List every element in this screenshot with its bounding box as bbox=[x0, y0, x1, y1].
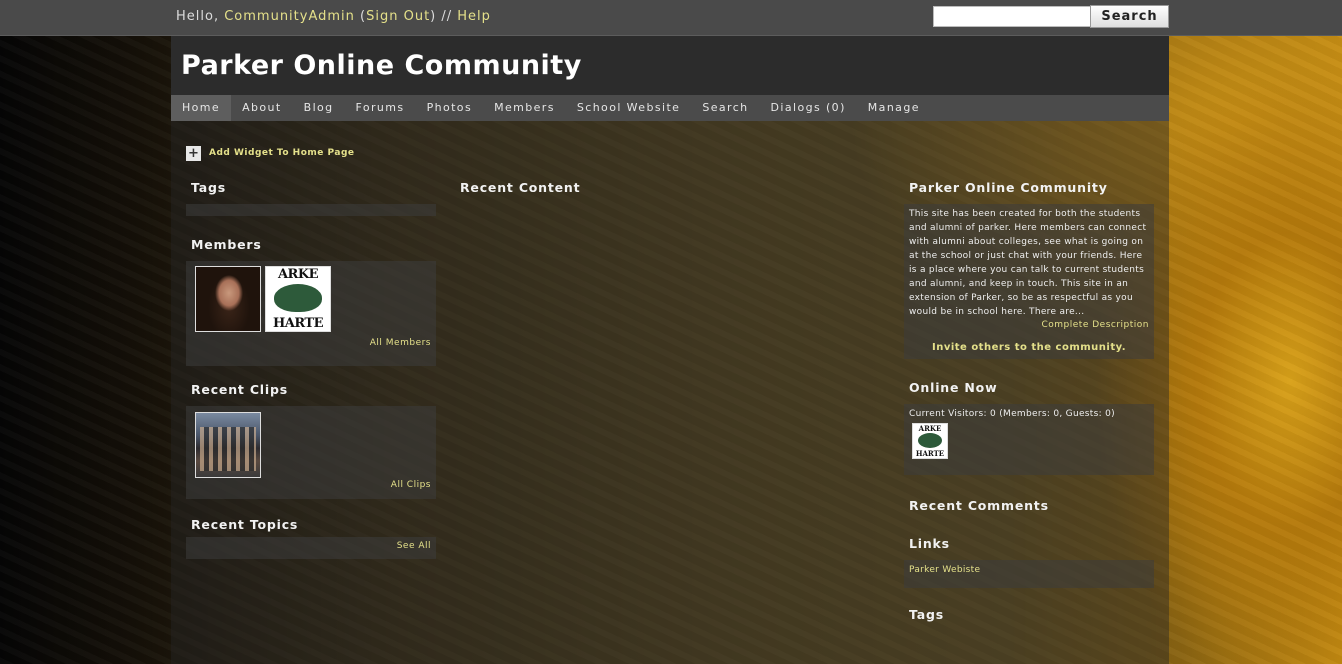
online-member-avatar[interactable]: ARKE HARTE bbox=[912, 423, 948, 459]
community-widget: Parker Online Community This site has be… bbox=[904, 179, 1154, 359]
recent-content-title: Recent Content bbox=[460, 180, 581, 195]
separator-text: ) // bbox=[430, 9, 458, 24]
topics-body: See All bbox=[186, 537, 436, 559]
links-title: Links bbox=[909, 536, 950, 551]
comments-title: Recent Comments bbox=[909, 498, 1049, 513]
comments-widget: Recent Comments bbox=[904, 497, 1154, 515]
greeting: Hello, CommunityAdmin (Sign Out) // Help bbox=[176, 9, 491, 24]
mini-logo-text-bottom: HARTE bbox=[915, 449, 945, 458]
online-widget: Online Now Current Visitors: 0 (Members:… bbox=[904, 379, 1154, 475]
top-bar: Hello, CommunityAdmin (Sign Out) // Help… bbox=[0, 0, 1342, 36]
site-title[interactable]: Parker Online Community bbox=[181, 50, 582, 81]
clips-body: All Clips bbox=[186, 406, 436, 499]
all-members-link[interactable]: All Members bbox=[195, 338, 431, 348]
mini-logo-text-top: ARKE bbox=[918, 424, 942, 433]
nav-manage[interactable]: Manage bbox=[857, 95, 931, 121]
panther-icon bbox=[274, 284, 322, 312]
logo-text-bottom: HARTE bbox=[272, 316, 324, 331]
nav-home[interactable]: Home bbox=[171, 95, 232, 121]
middle-column: Recent Content bbox=[455, 179, 875, 197]
sign-out-link[interactable]: Sign Out bbox=[366, 9, 430, 24]
online-status: Current Visitors: 0 (Members: 0, Guests:… bbox=[909, 409, 1115, 419]
nav-about[interactable]: About bbox=[231, 95, 293, 121]
main-nav: Home About Blog Forums Photos Members Sc… bbox=[171, 95, 1169, 121]
panther-icon bbox=[918, 433, 942, 448]
clips-widget: Recent Clips All Clips bbox=[186, 381, 436, 499]
nav-photos[interactable]: Photos bbox=[416, 95, 484, 121]
search-button[interactable]: Search bbox=[1090, 5, 1169, 28]
members-widget: Members ARKE HARTE All Members bbox=[186, 236, 436, 366]
member-avatar-logo[interactable]: ARKE HARTE bbox=[265, 266, 331, 332]
members-body: ARKE HARTE All Members bbox=[186, 261, 436, 366]
community-body: This site has been created for both the … bbox=[904, 204, 1154, 359]
topics-widget: Recent Topics See All bbox=[186, 516, 436, 559]
complete-description-link[interactable]: Complete Description bbox=[909, 320, 1149, 330]
community-description: This site has been created for both the … bbox=[909, 209, 1147, 317]
group-photo bbox=[200, 427, 256, 471]
clip-thumbnail[interactable] bbox=[195, 412, 261, 478]
open-paren: ( bbox=[354, 9, 367, 24]
nav-search[interactable]: Search bbox=[691, 95, 759, 121]
members-title: Members bbox=[191, 237, 262, 252]
logo-text-top: ARKE bbox=[277, 267, 319, 282]
left-column: Tags Members ARKE HARTE All Members Rece… bbox=[186, 179, 436, 559]
tags-widget-right: Tags bbox=[904, 606, 1154, 624]
tags-body bbox=[186, 204, 436, 216]
all-clips-link[interactable]: All Clips bbox=[195, 480, 431, 490]
site-header: Parker Online Community bbox=[171, 36, 1169, 95]
plus-icon[interactable]: + bbox=[186, 145, 201, 161]
user-link[interactable]: CommunityAdmin bbox=[224, 9, 355, 24]
topics-title: Recent Topics bbox=[191, 517, 299, 532]
nav-forums[interactable]: Forums bbox=[345, 95, 416, 121]
link-parker-website[interactable]: Parker Webiste bbox=[909, 565, 1149, 575]
right-column: Parker Online Community This site has be… bbox=[904, 179, 1154, 624]
add-widget-label[interactable]: Add Widget To Home Page bbox=[209, 148, 355, 158]
help-link[interactable]: Help bbox=[457, 9, 491, 24]
see-all-topics-link[interactable]: See All bbox=[191, 541, 431, 551]
hello-text: Hello, bbox=[176, 9, 225, 24]
search-input[interactable] bbox=[933, 6, 1091, 27]
add-widget-link[interactable]: + Add Widget To Home Page bbox=[186, 145, 355, 161]
invite-link[interactable]: Invite others to the community. bbox=[909, 342, 1149, 355]
member-avatar[interactable] bbox=[195, 266, 261, 332]
tags-title: Tags bbox=[191, 180, 226, 195]
nav-dialogs[interactable]: Dialogs (0) bbox=[760, 95, 857, 121]
online-title: Online Now bbox=[909, 380, 998, 395]
nav-blog[interactable]: Blog bbox=[293, 95, 345, 121]
nav-members[interactable]: Members bbox=[483, 95, 566, 121]
links-widget: Links Parker Webiste bbox=[904, 535, 1154, 588]
community-title: Parker Online Community bbox=[909, 180, 1108, 195]
clips-title: Recent Clips bbox=[191, 382, 288, 397]
nav-school-website[interactable]: School Website bbox=[566, 95, 691, 121]
page-container: Parker Online Community Home About Blog … bbox=[171, 36, 1169, 664]
tags-title-right: Tags bbox=[909, 607, 944, 622]
links-body: Parker Webiste bbox=[904, 560, 1154, 588]
tags-widget: Tags bbox=[186, 179, 436, 216]
online-body: Current Visitors: 0 (Members: 0, Guests:… bbox=[904, 404, 1154, 475]
